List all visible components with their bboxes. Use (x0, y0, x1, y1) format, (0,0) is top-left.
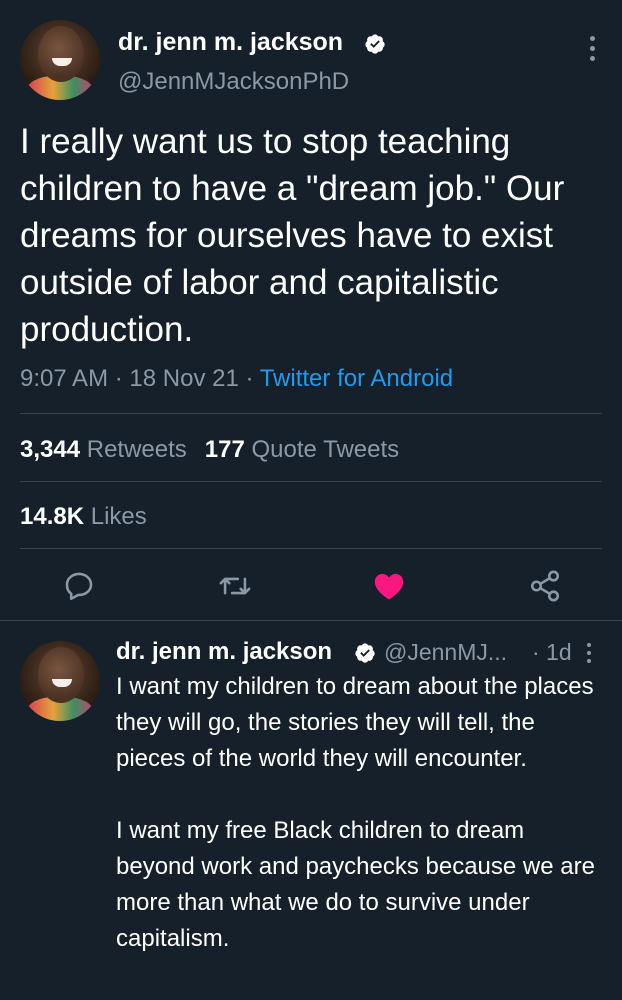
reply-paragraph: I want my free Black children to dream b… (116, 817, 595, 952)
avatar[interactable] (20, 20, 100, 100)
verified-badge-icon (365, 34, 385, 54)
reply-paragraph: I want my children to dream about the pl… (116, 673, 594, 772)
quote-tweets-stat[interactable]: 177 Quote Tweets (205, 436, 399, 463)
author-name[interactable]: dr. jenn m. jackson (118, 28, 343, 57)
retweets-count: 3,344 (20, 436, 81, 463)
likes-stat[interactable]: 14.8K Likes (20, 503, 147, 531)
meta-separator: · (114, 365, 123, 392)
tweet-meta: 9:07 AM · 18 Nov 21 · Twitter for Androi… (20, 365, 453, 393)
meta-separator: · (245, 365, 254, 392)
avatar[interactable] (20, 641, 100, 721)
quote-count: 177 (204, 436, 245, 463)
heart-icon[interactable] (372, 569, 406, 603)
reply-text: I want my children to dream about the pl… (116, 669, 606, 993)
share-icon[interactable] (528, 569, 562, 603)
reply-time-ago[interactable]: · 1d (532, 639, 572, 666)
reply-tweet[interactable]: dr. jenn m. jackson @JennMJ... · 1d I wa… (0, 621, 622, 1000)
tweet-date: 18 Nov 21 (129, 365, 239, 392)
more-options-icon[interactable] (588, 36, 596, 64)
divider (20, 413, 602, 414)
more-options-icon[interactable] (585, 643, 593, 671)
reply-author-name[interactable]: dr. jenn m. jackson (116, 638, 332, 666)
engagement-stats-row: 3,344 Retweets 177 Quote Tweets (20, 436, 399, 464)
verified-badge-icon (355, 643, 375, 663)
retweets-stat[interactable]: 3,344 Retweets (20, 436, 187, 463)
quote-label: Quote Tweets (251, 436, 400, 463)
divider (20, 481, 602, 482)
divider (20, 548, 602, 549)
author-handle[interactable]: @JennMJacksonPhD (118, 68, 349, 96)
main-tweet: dr. jenn m. jackson @JennMJacksonPhD I r… (0, 0, 622, 620)
retweets-label: Retweets (86, 436, 187, 463)
tweet-time: 9:07 AM (20, 365, 109, 392)
likes-label: Likes (90, 503, 147, 530)
reply-icon[interactable] (62, 569, 96, 603)
reply-author-handle[interactable]: @JennMJ... (384, 639, 507, 666)
retweet-icon[interactable] (218, 569, 252, 603)
likes-count: 14.8K (20, 503, 85, 530)
tweet-text: I really want us to stop teaching childr… (20, 122, 565, 349)
tweet-source-link[interactable]: Twitter for Android (260, 365, 453, 392)
